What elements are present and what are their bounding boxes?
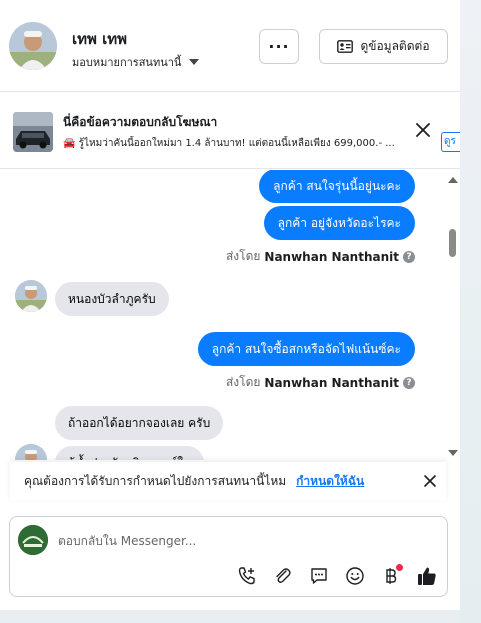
sent-by-label: ส่งโดย Nanwhan Nanthanit ?	[226, 247, 415, 266]
assign-label: มอบหมายการสนทนานี้	[72, 56, 182, 69]
scroll-down-arrow[interactable]	[448, 450, 458, 456]
message-incoming: ผู้ค้ำประกัน เงินดาวน์ใน	[55, 446, 205, 460]
sender-name: Nanwhan Nanthanit	[264, 375, 399, 390]
info-icon[interactable]: ?	[403, 376, 415, 389]
message-outgoing: ลูกค้า สนใจซื้อสกหรือจัดไฟแน้นซ์คะ	[197, 332, 415, 366]
scroll-thumb[interactable]	[449, 229, 456, 257]
message-thread: ลูกค้า สนใจรุ่นนี้อยู่นะคะ ลูกค้า อยู่จั…	[0, 170, 446, 460]
contact-avatar-small	[15, 280, 47, 312]
view-ad-button[interactable]: ดูร	[441, 132, 460, 152]
message-outgoing: ลูกค้า สนใจรุ่นนี้อยู่นะคะ	[259, 170, 415, 203]
ad-reply-banner[interactable]: นี่คือข้อความตอบกลับโฆษณา 🚘 รู้ไหมว่าคัน…	[0, 93, 460, 169]
conversation-header: เทพ เทพ มอบหมายการสนทนานี้ ··· ดูข้อมูลต…	[0, 0, 460, 92]
close-ad-banner-button[interactable]	[414, 121, 432, 143]
attach-button[interactable]	[271, 564, 295, 588]
contact-avatar[interactable]	[9, 22, 57, 70]
ad-thumbnail[interactable]	[13, 112, 53, 152]
sender-name: Nanwhan Nanthanit	[264, 249, 399, 264]
message-incoming: หนองบัวลำภูครับ	[55, 282, 169, 316]
emoji-button[interactable]	[343, 564, 367, 588]
page-avatar	[18, 525, 48, 555]
call-button[interactable]	[235, 564, 259, 588]
contact-name: เทพ เทพ	[72, 30, 128, 48]
sent-by-prefix: ส่งโดย	[225, 249, 261, 263]
composer-toolbar	[235, 564, 439, 588]
message-composer[interactable]: ตอบกลับใน Messenger...	[9, 516, 448, 597]
message-incoming: ถ้าออกได้อยากจองเลย ครับ	[55, 406, 224, 440]
contact-card-icon	[337, 40, 354, 53]
close-icon	[416, 123, 430, 137]
contact-avatar-small	[15, 444, 47, 460]
chevron-down-icon	[189, 59, 200, 65]
more-icon: ···	[268, 37, 290, 56]
ad-subtitle: 🚘 รู้ไหมว่าคันนี้ออกใหม่มา 1.4 ล้านบาท! …	[63, 138, 395, 149]
payment-button[interactable]	[379, 564, 403, 588]
background-strip	[460, 0, 481, 623]
assign-conversation-dropdown[interactable]: มอบหมายการสนทนานี้	[72, 53, 200, 71]
paperclip-icon	[276, 568, 291, 583]
like-button[interactable]	[415, 564, 439, 588]
conversation-panel: เทพ เทพ มอบหมายการสนทนานี้ ··· ดูข้อมูลต…	[0, 0, 460, 610]
assign-to-me-link[interactable]: กำหนดให้ฉัน	[296, 472, 364, 491]
assign-prompt-text: คุณต้องการได้รับการกำหนดไปยังการสนทนานี้…	[24, 473, 287, 488]
thread-scrollbar[interactable]	[446, 172, 460, 460]
thumbs-up-icon	[418, 567, 436, 585]
ad-title: นี่คือข้อความตอบกลับโฆษณา	[63, 115, 218, 129]
view-contact-button[interactable]: ดูข้อมูลติดต่อ	[319, 29, 448, 64]
chat-bubble-icon	[311, 568, 327, 584]
close-icon	[424, 475, 436, 487]
smiley-icon	[346, 567, 364, 585]
saved-replies-button[interactable]	[307, 564, 331, 588]
sent-by-label: ส่งโดย Nanwhan Nanthanit ?	[226, 373, 415, 392]
phone-plus-icon	[238, 567, 255, 585]
view-contact-label: ดูข้อมูลติดต่อ	[360, 39, 430, 53]
close-assign-prompt-button[interactable]	[423, 474, 437, 491]
assign-prompt-bar: คุณต้องการได้รับการกำหนดไปยังการสนทนานี้…	[10, 462, 446, 500]
notification-dot	[396, 564, 403, 571]
info-icon[interactable]: ?	[403, 250, 415, 263]
more-options-button[interactable]: ···	[259, 29, 299, 64]
reply-input[interactable]: ตอบกลับใน Messenger...	[58, 532, 196, 551]
sent-by-prefix: ส่งโดย	[225, 375, 261, 389]
message-outgoing: ลูกค้า อยู่จังหวัดอะไรคะ	[263, 206, 415, 240]
scroll-up-arrow[interactable]	[448, 177, 458, 183]
